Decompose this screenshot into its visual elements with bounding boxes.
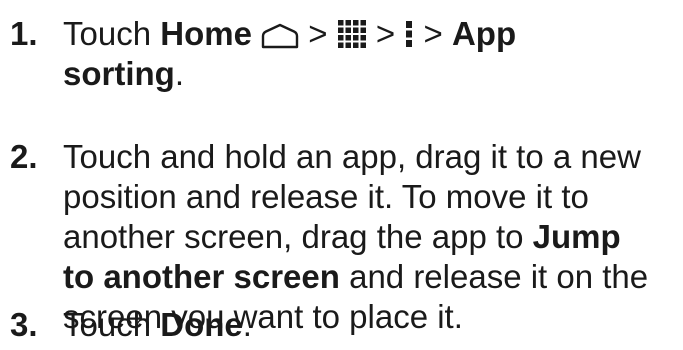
menu-dots-icon	[404, 19, 414, 49]
grid-square	[337, 27, 344, 33]
apps-grid-icon	[337, 19, 367, 49]
home-icon	[261, 23, 299, 49]
grid-square	[345, 35, 351, 41]
grid-square	[345, 20, 351, 26]
step-2-line-1: Touch and hold an app, drag it to a new	[63, 138, 641, 175]
step-2-line-3: another screen, drag the app to Jump	[63, 217, 678, 257]
step-2-line-4-text: and release it on the	[339, 258, 649, 295]
jump-label-end: to another screen	[63, 258, 340, 295]
grid-square	[352, 42, 359, 48]
app-sorting-label-end: sorting	[63, 55, 175, 92]
grid-square	[360, 35, 366, 41]
step-number: 3.	[10, 306, 38, 343]
grid-square	[337, 20, 344, 26]
step-2-line-4: to another screen and release it on the	[63, 257, 678, 297]
done-label: Done	[160, 306, 243, 343]
step-2-line-3-text: another screen, drag the app to	[63, 218, 533, 255]
app-sorting-label-start: App	[451, 15, 517, 52]
separator: >	[308, 15, 328, 52]
grid-square	[352, 20, 359, 26]
touch-text: Touch	[63, 306, 161, 343]
step-1-line-1: Touch Home > > > App	[63, 14, 678, 54]
separator: >	[423, 15, 443, 52]
step-2-line-2: position and release it. To move it to	[63, 178, 589, 215]
step-3-text: Touch Done.	[63, 305, 678, 345]
touch-text: Touch	[63, 15, 161, 52]
step-1-text: Touch Home > > > App sorting.	[63, 14, 678, 94]
grid-square	[360, 27, 366, 33]
grid-square	[337, 42, 344, 48]
grid-square	[337, 35, 344, 41]
grid-square	[360, 20, 366, 26]
home-label: Home	[160, 15, 252, 52]
step-1-line-2: sorting.	[63, 54, 678, 94]
step-3-line-1: Touch Done.	[63, 305, 678, 345]
jump-label-start: Jump	[532, 218, 621, 255]
grid-square	[352, 27, 359, 33]
grid-square	[345, 27, 351, 33]
step-number: 1.	[10, 15, 38, 52]
separator: >	[375, 15, 396, 52]
grid-square	[345, 42, 351, 48]
period: .	[174, 55, 184, 92]
grid-square	[352, 35, 359, 41]
instruction-steps: 1. Touch Home > > > App sorting. 2. Touc…	[0, 0, 683, 350]
step-number: 2.	[10, 138, 38, 175]
grid-square	[360, 42, 366, 48]
period: .	[242, 306, 252, 343]
